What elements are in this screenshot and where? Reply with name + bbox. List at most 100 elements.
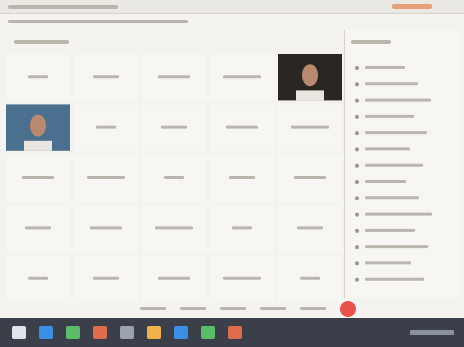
participant-row[interactable] [355,245,428,250]
participant-tile[interactable] [210,255,274,302]
participants-list [355,66,432,282]
participant-name [297,226,323,230]
participant-row-name [365,114,414,118]
participant-tile[interactable] [74,54,138,101]
participant-name [300,276,320,280]
participant-shoulders [296,90,324,101]
control-label [140,307,166,310]
participant-row[interactable] [355,212,432,217]
participant-name [93,276,119,280]
participant-name [232,226,252,230]
participant-name [87,176,125,179]
participant-name [158,75,190,79]
participant-row-name [365,261,411,265]
participant-name [93,75,119,79]
participant-tile[interactable] [278,154,342,202]
app-icon[interactable] [201,326,215,339]
participant-tile[interactable] [74,255,138,302]
participant-row[interactable] [355,114,414,119]
participant-grid [6,54,342,302]
participant-status-icon [355,180,359,184]
participant-tile[interactable] [142,255,206,302]
participant-row-name [365,196,419,200]
participant-row-name [365,131,427,135]
participant-name [223,75,261,79]
meeting-control-button[interactable] [300,307,326,310]
participant-status-icon [355,66,359,70]
circle-icon[interactable] [340,301,356,317]
app-icon[interactable] [147,326,161,339]
participant-name [28,75,48,79]
participant-tile[interactable] [210,104,274,151]
meeting-caption [14,40,69,44]
participant-name [28,276,48,280]
control-label [220,307,246,310]
menu-items[interactable] [8,20,188,23]
taskbar-icons [12,326,454,339]
participant-tile[interactable] [278,104,342,151]
folder-icon[interactable] [39,326,53,339]
participant-tile[interactable] [6,205,70,252]
participant-row-name [365,245,428,249]
participant-status-icon [355,212,359,217]
mail-icon[interactable] [120,326,134,339]
participant-video-tile[interactable] [6,104,70,151]
participant-tile[interactable] [210,154,274,202]
participant-status-icon [355,228,359,233]
participant-row-name [365,163,423,167]
participant-tile[interactable] [6,255,70,302]
participant-row[interactable] [355,180,406,184]
app-icon[interactable] [228,326,242,339]
participant-row[interactable] [355,163,423,168]
participant-tile[interactable] [74,154,138,202]
participant-shoulders [24,140,52,151]
participant-status-icon [355,98,359,103]
participant-video-tile[interactable] [278,54,342,101]
participant-row-name [365,228,415,232]
meeting-control-button[interactable] [180,307,206,310]
participant-row[interactable] [355,98,431,103]
participant-name [223,276,261,280]
taskbar [0,318,464,347]
windows-icon[interactable] [12,326,26,339]
participant-row[interactable] [355,277,424,282]
participant-tile[interactable] [6,154,70,202]
meeting-controls [140,301,356,317]
participant-tile[interactable] [210,205,274,252]
meeting-control-button[interactable] [260,307,286,310]
participant-name [164,176,184,179]
participant-tile[interactable] [6,54,70,101]
participant-tile[interactable] [142,104,206,151]
participant-row-name [365,82,418,86]
participant-tile[interactable] [210,54,274,101]
participant-status-icon [355,277,359,282]
participant-row[interactable] [355,66,405,70]
store-icon[interactable] [93,326,107,339]
participant-row[interactable] [355,196,419,201]
participant-row[interactable] [355,228,415,233]
app-icon[interactable] [174,326,188,339]
participant-tile[interactable] [278,205,342,252]
participant-name [25,226,51,230]
participant-status-icon [355,147,359,152]
participant-tile[interactable] [74,205,138,252]
participant-row[interactable] [355,82,418,87]
participant-tile[interactable] [142,154,206,202]
participant-row[interactable] [355,261,411,266]
meeting-control-button[interactable] [220,307,246,310]
participant-tile[interactable] [142,205,206,252]
meeting-window [0,0,464,318]
browser-icon[interactable] [66,326,80,339]
participant-tile[interactable] [142,54,206,101]
participant-tile[interactable] [74,104,138,151]
participant-name [161,125,187,129]
participant-row-name [365,277,424,281]
participant-tile[interactable] [278,255,342,302]
participant-status-icon [355,245,359,250]
participant-row[interactable] [355,131,427,136]
meeting-control-button[interactable] [140,307,166,310]
panel-heading [351,40,391,44]
participant-row[interactable] [355,147,410,152]
title-text [8,5,118,9]
screenshot [0,0,464,347]
